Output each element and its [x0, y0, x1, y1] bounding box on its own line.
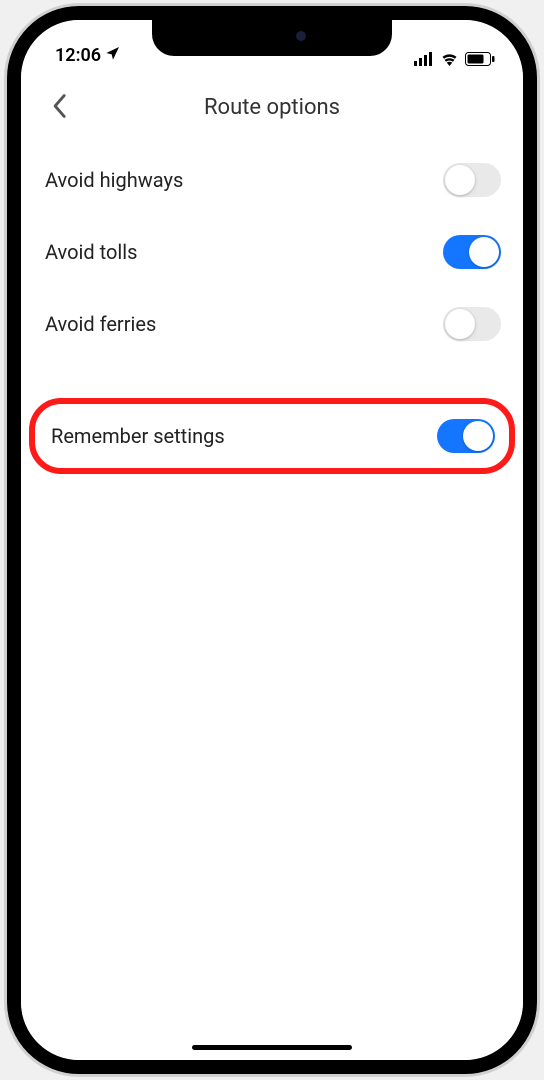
- setting-label: Remember settings: [51, 424, 225, 448]
- home-indicator[interactable]: [192, 1045, 352, 1050]
- remember-settings-toggle[interactable]: [437, 419, 495, 453]
- page-title: Route options: [204, 95, 340, 120]
- avoid-tolls-toggle[interactable]: [443, 235, 501, 269]
- status-left: 12:06: [55, 45, 121, 66]
- location-icon: [105, 45, 121, 66]
- toggle-knob: [463, 421, 493, 451]
- back-button[interactable]: [37, 85, 81, 129]
- avoid-tolls-row: Avoid tolls: [21, 216, 523, 288]
- screen: 12:06: [21, 20, 523, 1060]
- section-spacer: [21, 360, 523, 398]
- status-time: 12:06: [55, 45, 101, 66]
- front-camera-dot: [296, 31, 306, 41]
- highlight-annotation: Remember settings: [29, 398, 515, 474]
- status-right: [414, 52, 495, 66]
- toggle-knob: [445, 165, 475, 195]
- avoid-highways-row: Avoid highways: [21, 144, 523, 216]
- cellular-icon: [414, 52, 434, 66]
- toggle-knob: [445, 309, 475, 339]
- wifi-icon: [440, 52, 459, 66]
- setting-label: Avoid ferries: [45, 312, 156, 336]
- battery-icon: [465, 52, 495, 66]
- nav-bar: Route options: [21, 76, 523, 138]
- avoid-highways-toggle[interactable]: [443, 163, 501, 197]
- status-bar: 12:06: [21, 20, 523, 68]
- toggle-knob: [469, 237, 499, 267]
- device-frame: 12:06: [7, 6, 537, 1074]
- settings-list: Avoid highways Avoid tolls Avoid ferries: [21, 138, 523, 474]
- setting-label: Avoid highways: [45, 168, 183, 192]
- avoid-ferries-toggle[interactable]: [443, 307, 501, 341]
- chevron-left-icon: [51, 93, 67, 122]
- remember-settings-row: Remember settings: [35, 404, 509, 468]
- avoid-ferries-row: Avoid ferries: [21, 288, 523, 360]
- setting-label: Avoid tolls: [45, 240, 137, 264]
